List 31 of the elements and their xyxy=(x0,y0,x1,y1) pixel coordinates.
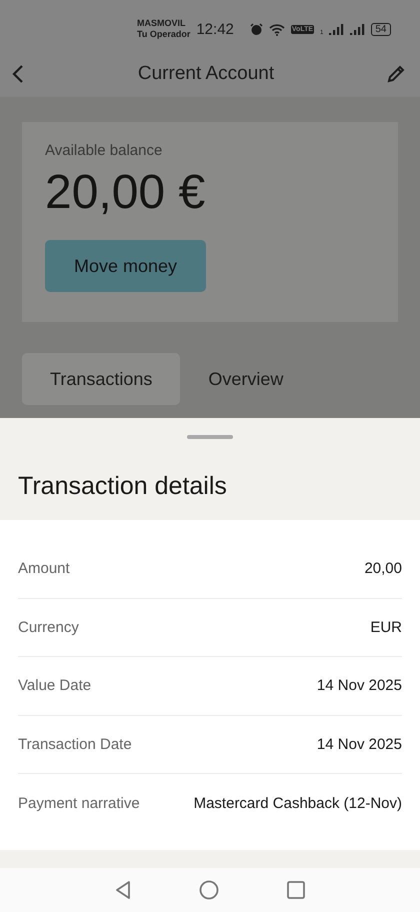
sheet-title: Transaction details xyxy=(18,472,228,501)
pencil-icon[interactable] xyxy=(386,64,406,84)
operator-name: Tu Operador xyxy=(137,29,190,40)
detail-label: Payment narrative xyxy=(18,794,140,812)
move-money-button[interactable]: Move money xyxy=(45,240,206,292)
signal-icon xyxy=(329,23,344,35)
detail-label: Transaction Date xyxy=(18,736,132,753)
detail-value: 14 Nov 2025 xyxy=(316,677,402,694)
carrier-name: MASMOVIL xyxy=(137,18,186,29)
drag-handle[interactable] xyxy=(187,435,233,439)
signal-icon xyxy=(350,23,366,35)
detail-label: Value Date xyxy=(18,677,92,694)
page-title: Current Account xyxy=(138,62,274,84)
detail-value: Mastercard Cashback (12-Nov) xyxy=(194,794,402,812)
wifi-icon xyxy=(268,22,285,36)
detail-label: Amount xyxy=(18,560,70,578)
detail-label: Currency xyxy=(18,618,79,636)
tab[interactable]: Overview xyxy=(180,353,312,405)
balance-label: Available balance xyxy=(45,142,162,159)
detail-value: 14 Nov 2025 xyxy=(316,736,402,753)
alarm-icon xyxy=(250,22,263,36)
tab[interactable]: Transactions xyxy=(22,353,180,405)
balance-amount: 20,00 € xyxy=(45,165,206,220)
recents-icon[interactable] xyxy=(287,881,305,899)
detail-value: EUR xyxy=(370,618,402,636)
back-icon[interactable] xyxy=(10,64,26,84)
battery-level: 54 xyxy=(371,22,390,36)
clock: 12:42 xyxy=(196,20,234,38)
home-icon[interactable] xyxy=(199,880,219,900)
back-icon[interactable] xyxy=(115,881,131,899)
detail-value: 20,00 xyxy=(364,560,402,578)
